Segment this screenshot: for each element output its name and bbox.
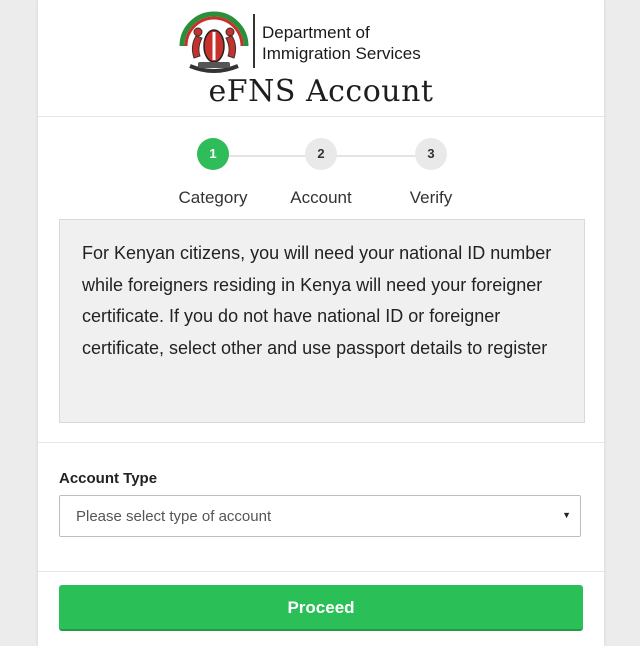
caret-down-icon: ▼ [562, 510, 571, 520]
account-type-select[interactable]: Please select type of account ▼ [59, 495, 581, 537]
page: Department of Immigration Services eFNS … [0, 0, 640, 646]
step-category[interactable]: 1 Category [168, 138, 258, 208]
step-1-label: Category [178, 188, 248, 207]
step-2-circle: 2 [305, 138, 337, 170]
step-2-label: Account [290, 188, 352, 207]
step-3-circle: 3 [415, 138, 447, 170]
account-type-label: Account Type [59, 470, 158, 487]
progress-stepper: 1 Category 2 Account 3 Verify [38, 138, 604, 213]
account-type-placeholder: Please select type of account [76, 508, 272, 525]
footer-separator [38, 571, 604, 572]
department-line-2: Immigration Services [262, 44, 421, 63]
header-separator [38, 116, 604, 117]
registration-card: Department of Immigration Services eFNS … [38, 0, 604, 646]
step-account[interactable]: 2 Account [276, 138, 366, 208]
info-notice: For Kenyan citizens, you will need your … [59, 219, 585, 423]
department-name: Department of Immigration Services [262, 22, 421, 64]
step-3-label: Verify [409, 188, 453, 207]
proceed-button[interactable]: Proceed [59, 585, 583, 631]
section-separator [38, 442, 604, 443]
department-line-1: Department of [262, 23, 370, 42]
kenya-coat-of-arms-icon [179, 11, 249, 73]
step-1-circle: 1 [197, 138, 229, 170]
header-divider [253, 14, 255, 68]
header: Department of Immigration Services eFNS … [38, 0, 604, 116]
page-title: eFNS Account [208, 74, 434, 109]
step-verify[interactable]: 3 Verify [386, 138, 476, 208]
